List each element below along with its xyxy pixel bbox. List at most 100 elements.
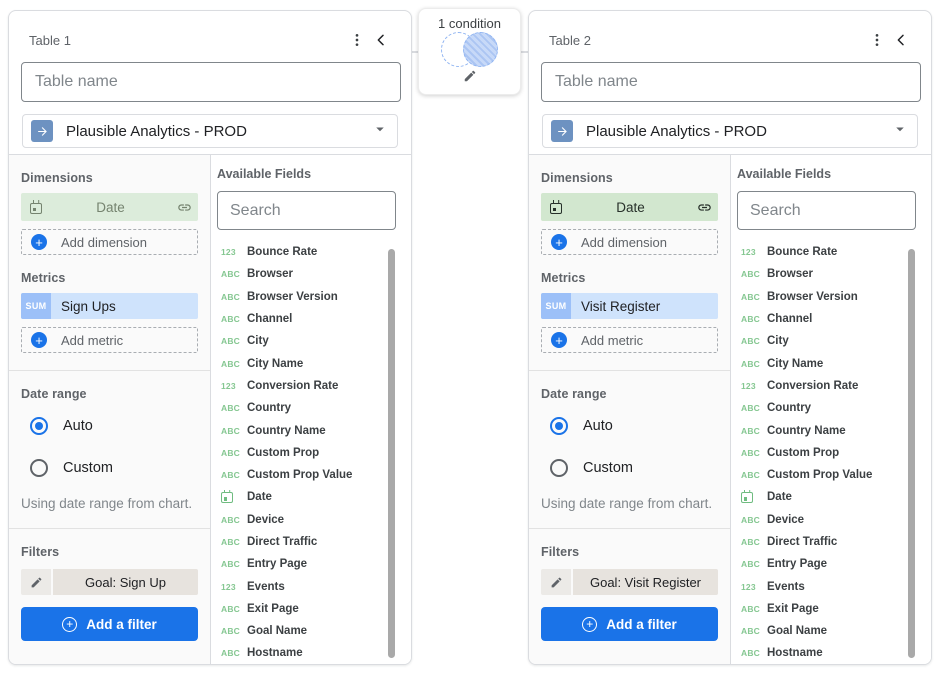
field-list-item[interactable]: 123 Conversion Rate bbox=[217, 375, 411, 397]
filter-chip-label: Goal: Sign Up bbox=[53, 569, 198, 595]
field-list-item[interactable]: 123 Events bbox=[737, 575, 931, 597]
join-condition-label: 1 condition bbox=[438, 16, 501, 31]
add-filter-button[interactable]: + Add a filter bbox=[21, 607, 198, 641]
more-options-icon[interactable] bbox=[345, 28, 369, 52]
field-type-icon: ABC bbox=[221, 359, 247, 369]
link-icon[interactable] bbox=[690, 200, 718, 215]
field-list-item[interactable]: ABC Goal Name bbox=[217, 620, 411, 642]
scrollbar[interactable] bbox=[388, 249, 395, 658]
field-list-item[interactable]: Date bbox=[737, 486, 931, 508]
field-list-item[interactable]: ABC Browser bbox=[217, 263, 411, 285]
metric-chip[interactable]: SUM Visit Register bbox=[541, 293, 718, 319]
field-list-item[interactable]: Date bbox=[217, 486, 411, 508]
table-1-body: Dimensions Date + Add dimension Metrics … bbox=[9, 154, 411, 664]
date-range-custom-radio[interactable]: Custom bbox=[21, 459, 198, 477]
join-venn-icon bbox=[441, 32, 498, 68]
filters-heading: Filters bbox=[541, 545, 718, 559]
field-list-item[interactable]: ABC Channel bbox=[217, 308, 411, 330]
divider bbox=[529, 370, 730, 371]
calendar-icon bbox=[541, 201, 571, 214]
add-metric-button[interactable]: + Add metric bbox=[21, 327, 198, 353]
field-list-item[interactable]: ABC Country Name bbox=[217, 419, 411, 441]
field-list-item[interactable]: ABC Country Name bbox=[737, 419, 931, 441]
data-source-selector[interactable]: Plausible Analytics - PROD bbox=[22, 114, 398, 148]
field-list-item[interactable]: ABC Device bbox=[217, 509, 411, 531]
divider bbox=[529, 528, 730, 529]
data-source-selector[interactable]: Plausible Analytics - PROD bbox=[542, 114, 918, 148]
field-list-item[interactable]: ABC Browser Version bbox=[737, 286, 931, 308]
collapse-panel-icon[interactable] bbox=[369, 28, 393, 52]
field-list-item[interactable]: 123 Bounce Rate bbox=[737, 241, 931, 263]
field-type-icon: ABC bbox=[221, 336, 247, 346]
link-icon[interactable] bbox=[170, 200, 198, 215]
date-range-auto-radio[interactable]: Auto bbox=[21, 417, 198, 435]
field-type-icon: ABC bbox=[741, 359, 767, 369]
field-list-item[interactable]: ABC Exit Page bbox=[737, 598, 931, 620]
filter-chip[interactable]: Goal: Visit Register bbox=[541, 569, 718, 595]
field-list-item[interactable]: ABC Goal Name bbox=[737, 620, 931, 642]
field-type-icon: ABC bbox=[221, 403, 247, 413]
field-type-icon: ABC bbox=[221, 604, 247, 614]
field-type-icon: ABC bbox=[741, 448, 767, 458]
dimension-chip-date[interactable]: Date bbox=[21, 193, 198, 221]
field-list-item[interactable]: ABC Entry Page bbox=[737, 553, 931, 575]
field-list-item[interactable]: ABC City Name bbox=[217, 352, 411, 374]
field-list-item[interactable]: ABC City bbox=[737, 330, 931, 352]
field-list-item[interactable]: 123 Bounce Rate bbox=[217, 241, 411, 263]
table-name-input[interactable] bbox=[21, 62, 401, 102]
join-configuration-button[interactable]: 1 condition bbox=[418, 8, 521, 95]
add-metric-button[interactable]: + Add metric bbox=[541, 327, 718, 353]
edit-filter-pencil-icon[interactable] bbox=[21, 569, 51, 595]
more-options-icon[interactable] bbox=[865, 28, 889, 52]
field-list-item[interactable]: ABC Custom Prop bbox=[737, 442, 931, 464]
field-list-item[interactable]: 123 Conversion Rate bbox=[737, 375, 931, 397]
field-list-item[interactable]: ABC Direct Traffic bbox=[737, 531, 931, 553]
field-list-item[interactable]: ABC Country bbox=[217, 397, 411, 419]
field-type-icon: 123 bbox=[221, 247, 247, 257]
field-list-item[interactable]: ABC Direct Traffic bbox=[217, 531, 411, 553]
search-input[interactable] bbox=[737, 191, 916, 230]
field-type-icon: ABC bbox=[741, 537, 767, 547]
collapse-panel-icon[interactable] bbox=[889, 28, 913, 52]
field-list-item[interactable]: ABC City bbox=[217, 330, 411, 352]
search-input[interactable] bbox=[217, 191, 396, 230]
table-1-header: Table 1 bbox=[9, 11, 411, 52]
field-list: 123 Bounce Rate ABC Browser ABC Browser … bbox=[217, 241, 411, 664]
field-list-item[interactable]: ABC Entry Page bbox=[217, 553, 411, 575]
edit-filter-pencil-icon[interactable] bbox=[541, 569, 571, 595]
field-list-item[interactable]: ABC Browser Version bbox=[217, 286, 411, 308]
field-list: 123 Bounce Rate ABC Browser ABC Browser … bbox=[737, 241, 931, 664]
field-list-item[interactable]: ABC Country bbox=[737, 397, 931, 419]
available-fields-panel: Available Fields 123 Bounce Rate ABC Bro… bbox=[730, 155, 931, 664]
field-list-item[interactable]: ABC Custom Prop Value bbox=[737, 464, 931, 486]
add-dimension-button[interactable]: + Add dimension bbox=[541, 229, 718, 255]
add-filter-button[interactable]: + Add a filter bbox=[541, 607, 718, 641]
filter-chip[interactable]: Goal: Sign Up bbox=[21, 569, 198, 595]
date-range-custom-radio[interactable]: Custom bbox=[541, 459, 718, 477]
metric-chip[interactable]: SUM Sign Ups bbox=[21, 293, 198, 319]
edit-join-pencil-icon[interactable] bbox=[463, 69, 477, 88]
field-list-item[interactable]: 123 Events bbox=[217, 575, 411, 597]
field-list-item[interactable]: ABC City Name bbox=[737, 352, 931, 374]
field-list-item[interactable]: ABC Browser bbox=[737, 263, 931, 285]
field-list-item[interactable]: ABC Channel bbox=[737, 308, 931, 330]
date-range-auto-radio[interactable]: Auto bbox=[541, 417, 718, 435]
aggregation-badge: SUM bbox=[541, 293, 571, 319]
field-list-item[interactable]: ABC Custom Prop bbox=[217, 442, 411, 464]
scrollbar[interactable] bbox=[908, 249, 915, 658]
field-list-item[interactable]: ABC Custom Prop Value bbox=[217, 464, 411, 486]
field-list-item[interactable]: ABC Hostname bbox=[217, 642, 411, 664]
dimension-chip-date[interactable]: Date bbox=[541, 193, 718, 221]
field-list-item[interactable]: ABC Exit Page bbox=[217, 598, 411, 620]
field-list-item[interactable]: ABC Hostname bbox=[737, 642, 931, 664]
field-list-item[interactable]: ABC Device bbox=[737, 509, 931, 531]
field-type-icon bbox=[221, 492, 247, 503]
field-type-icon: ABC bbox=[741, 604, 767, 614]
field-type-icon: ABC bbox=[221, 648, 247, 658]
field-type-icon: ABC bbox=[221, 448, 247, 458]
table-1-config: Dimensions Date + Add dimension Metrics … bbox=[9, 155, 210, 664]
add-dimension-button[interactable]: + Add dimension bbox=[21, 229, 198, 255]
table-name-input[interactable] bbox=[541, 62, 921, 102]
plus-icon: + bbox=[551, 234, 567, 250]
data-source-icon bbox=[31, 120, 53, 142]
